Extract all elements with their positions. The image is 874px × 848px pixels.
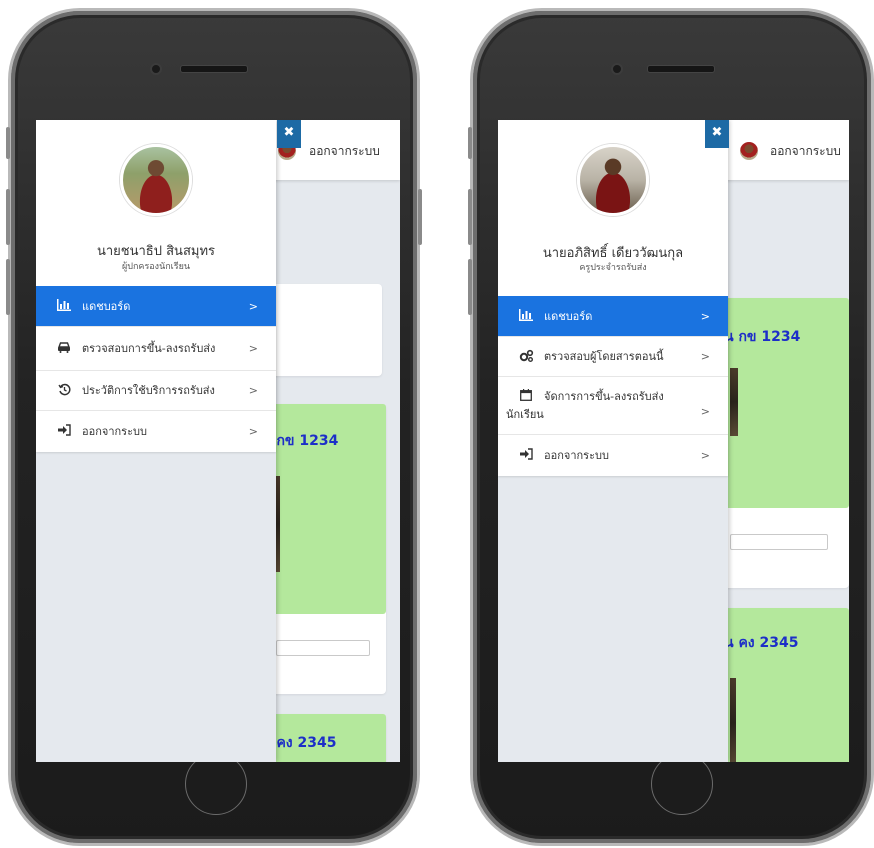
sign-out-icon	[518, 447, 534, 464]
vehicle-plate-2: น คง 2345	[724, 635, 799, 651]
menu-item-logout[interactable]: ออกจากระบบ >	[498, 434, 728, 476]
vehicle-status-bar	[276, 640, 370, 656]
volume-down-button	[468, 259, 472, 315]
home-button[interactable]	[185, 753, 247, 815]
phone-frame-right: ออกจากระบบ น กข 1234 น คง 2345 ✖ นายอภิส…	[468, 8, 874, 846]
chevron-right-icon: >	[700, 349, 710, 363]
chevron-right-icon: >	[248, 383, 258, 397]
menu-item-label: ออกจากระบบ	[82, 425, 147, 438]
menu-item-manage-boarding[interactable]: จัดการการขึ้น-ลงรถรับส่ง นักเรียน >	[498, 376, 728, 434]
side-drawer: นายชนาธิป สินสมุทร ผู้ปกครองนักเรียน แดช…	[36, 120, 276, 762]
menu-item-history[interactable]: ประวัติการใช้บริการรถรับส่ง >	[36, 370, 276, 410]
close-icon: ✖	[283, 125, 295, 140]
front-camera	[150, 63, 162, 75]
close-icon: ✖	[711, 125, 723, 140]
side-drawer: นายอภิสิทธิ์ เดียววัฒนกุล ครูประจำรถรับส…	[498, 120, 728, 762]
profile-avatar	[120, 144, 192, 216]
logout-top-link[interactable]: ออกจากระบบ	[770, 142, 841, 161]
user-avatar-small[interactable]	[740, 142, 758, 160]
chevron-right-icon: >	[248, 299, 258, 313]
profile-role: ผู้ปกครองนักเรียน	[121, 262, 191, 272]
drawer-menu: แดชบอร์ด > ตรวจสอบการขึ้น-ลงรถรับส่ง > ป…	[36, 286, 276, 452]
chevron-right-icon: >	[700, 448, 710, 462]
vehicle-photo-2	[730, 678, 736, 762]
sign-out-icon	[56, 423, 72, 440]
chevron-right-icon: >	[700, 309, 710, 323]
menu-item-label: ตรวจสอบการขึ้น-ลงรถรับส่ง	[82, 342, 216, 355]
volume-down-button	[6, 259, 10, 315]
profile-header: นายชนาธิป สินสมุทร ผู้ปกครองนักเรียน	[36, 120, 276, 286]
chevron-right-icon: >	[248, 341, 258, 355]
volume-up-button	[6, 189, 10, 245]
history-icon	[56, 383, 72, 399]
menu-item-label: แดชบอร์ด	[82, 300, 131, 313]
calendar-icon	[518, 389, 534, 405]
home-button[interactable]	[651, 753, 713, 815]
volume-up-button	[468, 189, 472, 245]
menu-item-dashboard[interactable]: แดชบอร์ด >	[498, 296, 728, 336]
logout-top-link[interactable]: ออกจากระบบ	[309, 142, 380, 161]
profile-header: นายอภิสิทธิ์ เดียววัฒนกุล ครูประจำรถรับส…	[498, 120, 728, 296]
profile-avatar	[577, 144, 649, 216]
chart-bar-icon	[56, 298, 72, 315]
menu-item-check-ride[interactable]: ตรวจสอบการขึ้น-ลงรถรับส่ง >	[36, 326, 276, 370]
menu-item-label: แดชบอร์ด	[544, 310, 593, 323]
vehicle-status-bar	[730, 534, 828, 550]
menu-item-label-cont: นักเรียน	[506, 408, 544, 421]
profile-role: ครูประจำรถรับส่ง	[579, 263, 647, 273]
power-button	[418, 189, 422, 245]
front-camera	[611, 63, 623, 75]
car-icon	[56, 341, 72, 357]
vehicle-photo	[730, 368, 738, 436]
cogs-icon	[518, 349, 534, 365]
profile-name: นายชนาธิป สินสมุทร	[96, 244, 215, 259]
menu-item-label: ออกจากระบบ	[544, 449, 609, 462]
vehicle-plate-1: น กข 1234	[724, 329, 801, 345]
screen: ออกจากระบบ น กข 1234 น คง 2345 ✖ นายอภิส…	[498, 120, 849, 762]
screen: ออกจากระบบ น กข 1234 น คง 2345 ✖ นายชนาธ…	[36, 120, 400, 762]
chevron-right-icon: >	[248, 424, 258, 438]
menu-item-label: จัดการการขึ้น-ลงรถรับส่ง	[544, 390, 664, 403]
earpiece-speaker	[647, 65, 715, 73]
drawer-menu: แดชบอร์ด > ตรวจสอบผู้โดยสารตอนนี้ > จัดก…	[498, 296, 728, 476]
chart-bar-icon	[518, 308, 534, 325]
menu-item-dashboard[interactable]: แดชบอร์ด >	[36, 286, 276, 326]
menu-item-logout[interactable]: ออกจากระบบ >	[36, 410, 276, 452]
menu-item-check-passengers[interactable]: ตรวจสอบผู้โดยสารตอนนี้ >	[498, 336, 728, 376]
close-drawer-button[interactable]: ✖	[277, 120, 301, 148]
mute-switch	[468, 127, 472, 159]
chevron-right-icon: >	[700, 405, 710, 418]
earpiece-speaker	[180, 65, 248, 73]
mute-switch	[6, 127, 10, 159]
menu-item-label: ตรวจสอบผู้โดยสารตอนนี้	[544, 350, 664, 363]
phone-frame-left: ออกจากระบบ น กข 1234 น คง 2345 ✖ นายชนาธ…	[6, 8, 422, 846]
close-drawer-button[interactable]: ✖	[705, 120, 729, 148]
menu-item-label: ประวัติการใช้บริการรถรับส่ง	[82, 384, 215, 397]
